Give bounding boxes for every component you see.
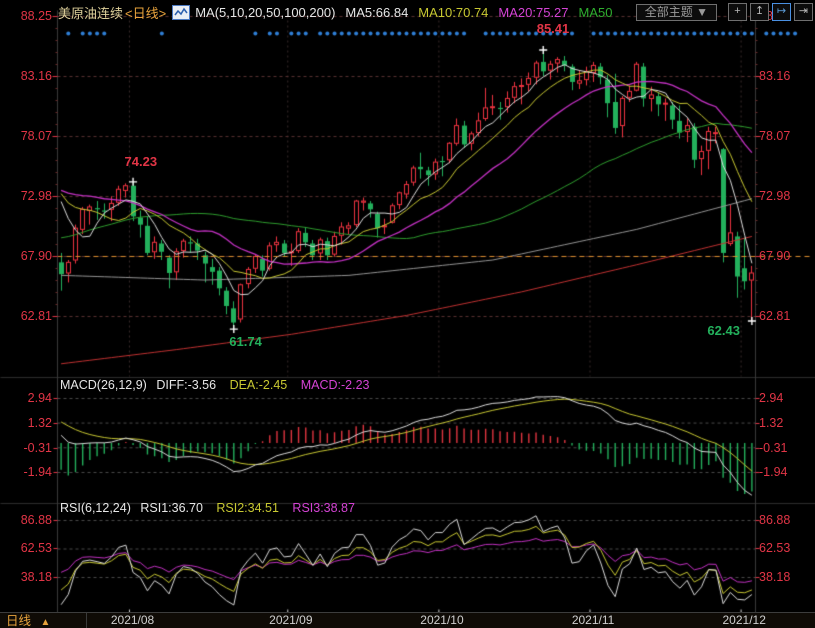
date-label: 2021/09 [261, 613, 321, 627]
macd-y-label: 2.94 [0, 391, 52, 405]
expand-right-icon[interactable]: ⇥ [794, 3, 813, 21]
macd-dea-value: DEA:-2.45 [230, 378, 288, 392]
main-y-label: 72.98 [759, 189, 813, 203]
rsi-y-label: 38.18 [759, 570, 813, 584]
macd-y-label: -1.94 [759, 465, 813, 479]
chart-header: 美原油连续 <日线> MA(5,10,20,50,100,200) MA5:66… [58, 2, 813, 22]
date-label: 2021/10 [412, 613, 472, 627]
annotation-high: 85.41 [537, 21, 570, 36]
rsi-y-label: 38.18 [0, 570, 52, 584]
period-selector[interactable]: 日线 ▲ [0, 613, 87, 628]
main-y-label: 83.16 [759, 69, 813, 83]
ma5-value: MA5:66.84 [345, 5, 408, 20]
rsi-title[interactable]: RSI(6,12,24) [60, 501, 131, 515]
macd-header: MACD(26,12,9) DIFF:-3.56 DEA:-2.45 MACD:… [60, 378, 370, 392]
main-y-label: 62.81 [0, 309, 52, 323]
main-y-label: 67.90 [0, 249, 52, 263]
macd-y-label: -0.31 [0, 441, 52, 455]
date-label: 2021/08 [103, 613, 163, 627]
main-y-label: 78.07 [759, 129, 813, 143]
period-label: 日线 [6, 614, 31, 628]
period-arrow-icon: ▲ [41, 617, 51, 628]
date-label: 2021/11 [563, 613, 623, 627]
main-y-label: 88.25 [0, 9, 52, 23]
main-y-label: 83.16 [0, 69, 52, 83]
rsi2-value: RSI2:34.51 [216, 501, 279, 515]
macd-value: MACD:-2.23 [301, 378, 370, 392]
chart-type-icon[interactable] [172, 5, 190, 20]
main-y-label-price: 67.90 [759, 249, 813, 263]
macd-y-label: -1.94 [0, 465, 52, 479]
macd-diff-value: DIFF:-3.56 [156, 378, 216, 392]
main-y-label: 78.07 [0, 129, 52, 143]
rsi-y-label: 86.88 [0, 513, 52, 527]
annotation-low: 62.43 [707, 323, 740, 338]
macd-y-label: 1.32 [759, 416, 813, 430]
chart-canvas[interactable] [0, 0, 815, 628]
date-label: 2021/12 [714, 613, 774, 627]
chart-app: 美原油连续 <日线> MA(5,10,20,50,100,200) MA5:66… [0, 0, 815, 628]
rsi3-value: RSI3:38.87 [292, 501, 355, 515]
annotation-high: 74.23 [125, 154, 158, 169]
zoom-horizontal-icon[interactable]: ↦ [772, 3, 791, 21]
annotation-low: 61.74 [229, 334, 262, 349]
pan-icon[interactable]: + [728, 3, 747, 21]
rsi-y-label: 62.53 [0, 541, 52, 555]
macd-title[interactable]: MACD(26,12,9) [60, 378, 147, 392]
ma-params-label: MA(5,10,20,50,100,200) [195, 5, 335, 20]
ma10-value: MA10:70.74 [418, 5, 488, 20]
main-y-label: 72.98 [0, 189, 52, 203]
rsi-header: RSI(6,12,24) RSI1:36.70 RSI2:34.51 RSI3:… [60, 501, 355, 515]
symbol-name[interactable]: 美原油连续 [58, 3, 123, 22]
macd-y-label: 1.32 [0, 416, 52, 430]
rsi1-value: RSI1:36.70 [140, 501, 203, 515]
rsi-y-label: 62.53 [759, 541, 813, 555]
zoom-vertical-icon[interactable]: ↥ [750, 3, 769, 21]
macd-y-label: 2.94 [759, 391, 813, 405]
ma50-value: MA50 [579, 5, 613, 20]
main-y-label: 62.81 [759, 309, 813, 323]
ma20-value: MA20:75.27 [498, 5, 568, 20]
theme-dropdown[interactable]: 全部主题 ▼ [636, 4, 717, 21]
rsi-y-label: 86.88 [759, 513, 813, 527]
period-tag[interactable]: <日线> [125, 3, 166, 22]
macd-y-label: -0.31 [759, 441, 813, 455]
